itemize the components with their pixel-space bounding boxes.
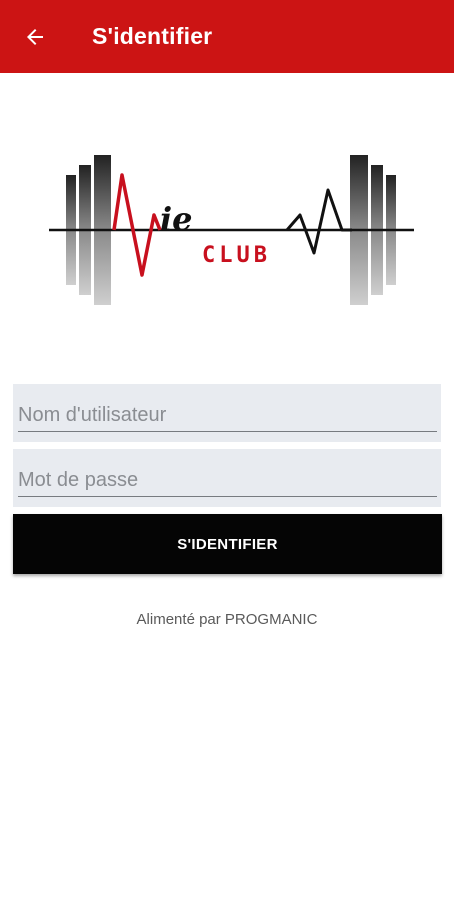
login-button[interactable]: S'IDENTIFIER (13, 514, 442, 574)
username-underline (18, 431, 437, 432)
username-input[interactable] (18, 400, 437, 430)
logo-ie-text: ie (160, 200, 193, 238)
back-button[interactable] (0, 0, 70, 73)
logo-club-text: CLUB (202, 243, 271, 268)
heartbeat-red (112, 173, 162, 277)
username-field (13, 384, 441, 442)
vie-club-logo: ie CLUB (49, 155, 414, 305)
password-field (13, 449, 441, 507)
arrow-left-icon (27, 28, 43, 45)
app-bar: S'identifier (0, 0, 454, 73)
page-title: S'identifier (92, 23, 213, 49)
password-underline (18, 496, 437, 497)
password-input[interactable] (18, 465, 437, 495)
heartbeat-black (285, 188, 352, 255)
powered-by-text: Alimenté par PROGMANIC (136, 611, 318, 628)
